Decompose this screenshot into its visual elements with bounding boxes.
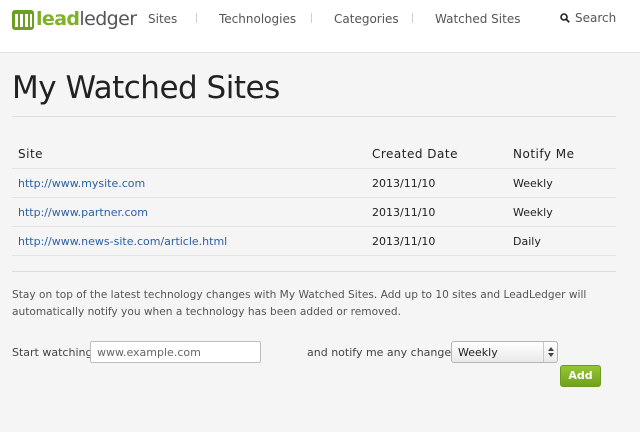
logo-lead-text: lead — [36, 8, 80, 30]
add-button[interactable]: Add — [560, 365, 601, 387]
table-row: http://www.partner.com 2013/11/10 Weekly — [12, 197, 616, 226]
table-row: http://www.mysite.com 2013/11/10 Weekly — [12, 168, 616, 197]
logo-ledger-text: ledger — [79, 8, 137, 30]
search-label: Search — [575, 11, 617, 25]
notify-frequency: Weekly — [513, 177, 553, 190]
table-bottom-border — [12, 255, 616, 256]
logo-wordmark: leadledger — [36, 8, 137, 30]
page-title: My Watched Sites — [12, 70, 280, 106]
column-header-created-date: Created Date — [372, 147, 458, 161]
site-link[interactable]: http://www.partner.com — [18, 206, 148, 219]
nav-technologies[interactable]: Technologies — [219, 11, 296, 27]
nav-search[interactable]: Search — [560, 11, 616, 25]
ledger-logo-icon — [12, 10, 34, 30]
column-header-notify-me: Notify Me — [513, 147, 575, 161]
description-text: Stay on top of the latest technology cha… — [12, 289, 587, 318]
nav-sites[interactable]: Sites — [148, 11, 177, 27]
column-header-site: Site — [18, 147, 44, 161]
notify-changes-label: and notify me any changes — [307, 346, 457, 359]
table-row: http://www.news-site.com/article.html 20… — [12, 226, 616, 255]
site-link[interactable]: http://www.news-site.com/article.html — [18, 235, 227, 248]
section-divider — [12, 271, 616, 272]
created-date: 2013/11/10 — [372, 235, 436, 248]
nav-categories[interactable]: Categories — [334, 11, 399, 27]
nav-watched-sites[interactable]: Watched Sites — [435, 11, 520, 27]
select-arrows-icon — [543, 342, 557, 362]
nav-divider — [311, 13, 312, 23]
nav-divider — [412, 13, 413, 23]
notify-frequency: Daily — [513, 235, 541, 248]
leadledger-logo[interactable]: leadledger — [12, 7, 137, 31]
start-watching-label: Start watching — [12, 346, 93, 359]
created-date: 2013/11/10 — [372, 177, 436, 190]
title-divider — [12, 116, 616, 117]
notify-frequency-value: Weekly — [458, 346, 498, 359]
created-date: 2013/11/10 — [372, 206, 436, 219]
search-icon — [560, 13, 570, 23]
top-navbar: leadledger Sites Technologies Categories… — [0, 0, 640, 53]
nav-divider — [196, 13, 197, 23]
notify-frequency-select[interactable]: Weekly — [451, 341, 558, 363]
site-url-input[interactable] — [90, 341, 261, 363]
site-link[interactable]: http://www.mysite.com — [18, 177, 145, 190]
notify-frequency: Weekly — [513, 206, 553, 219]
